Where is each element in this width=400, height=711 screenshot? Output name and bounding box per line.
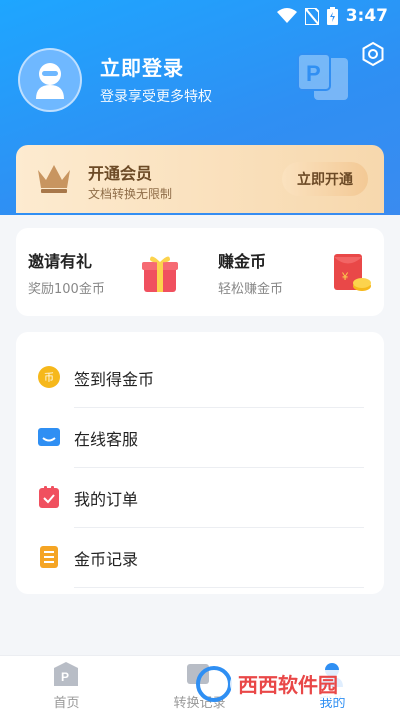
home-icon: P — [54, 662, 78, 686]
battery-icon — [327, 7, 338, 25]
invite-title: 邀请有礼 — [28, 252, 93, 271]
menu-item-customer-service[interactable]: 在线客服 — [16, 408, 384, 468]
svg-text:P: P — [61, 670, 69, 684]
order-icon — [39, 486, 59, 508]
vip-title: 开通会员 — [88, 164, 153, 183]
record-icon — [40, 546, 58, 568]
menu-label: 金币记录 — [74, 550, 139, 569]
vip-subtitle: 文档转换无限制 — [88, 187, 173, 201]
menu-label: 在线客服 — [74, 430, 139, 449]
login-title[interactable]: 立即登录 — [100, 52, 184, 81]
watermark-text: 西西软件园 — [238, 673, 338, 697]
svg-text:P: P — [306, 61, 321, 86]
invite-reward-item[interactable]: 邀请有礼 奖励100金币 — [16, 228, 200, 316]
no-sim-icon — [305, 7, 319, 25]
avatar[interactable] — [18, 48, 82, 112]
gear-icon[interactable] — [360, 41, 386, 67]
open-vip-button[interactable]: 立即开通 — [282, 162, 368, 196]
tab-label: 首页 — [53, 696, 80, 711]
earn-coins-item[interactable]: 赚金币 轻松赚金币 ¥ — [206, 228, 390, 316]
earn-title: 赚金币 — [218, 252, 267, 271]
earn-subtitle: 轻松赚金币 — [218, 282, 284, 297]
document-deco-icon: P — [297, 53, 348, 100]
invite-subtitle: 奖励100金币 — [28, 282, 105, 297]
menu-label: 签到得金币 — [74, 370, 155, 389]
customer-service-icon — [38, 428, 60, 446]
login-subtitle: 登录享受更多特权 — [100, 89, 212, 105]
status-time: 3:47 — [345, 6, 388, 26]
watermark-logo: 西西软件园 — [196, 666, 386, 702]
status-bar: 3:47 — [0, 0, 400, 32]
tab-home[interactable]: P 首页 — [0, 656, 133, 711]
menu-item-coin-records[interactable]: 金币记录 — [16, 528, 384, 588]
vip-banner[interactable]: 开通会员 文档转换无限制 立即开通 — [16, 145, 384, 213]
divider — [74, 587, 364, 588]
red-envelope-icon: ¥ — [334, 254, 371, 291]
crown-icon — [38, 165, 70, 193]
menu-item-checkin[interactable]: 币 签到得金币 — [16, 348, 384, 408]
wifi-icon — [277, 8, 297, 23]
menu-label: 我的订单 — [74, 490, 139, 509]
svg-text:¥: ¥ — [341, 271, 349, 283]
promo-card: 邀请有礼 奖励100金币 赚金币 轻松赚金币 ¥ — [16, 228, 384, 316]
svg-text:币: 币 — [44, 372, 54, 384]
menu-item-orders[interactable]: 我的订单 — [16, 468, 384, 528]
gift-icon — [142, 256, 178, 292]
user-avatar-icon — [36, 63, 64, 99]
coin-icon: 币 — [38, 366, 60, 388]
menu-list: 币 签到得金币 在线客服 我的订单 金币记录 — [16, 332, 384, 594]
